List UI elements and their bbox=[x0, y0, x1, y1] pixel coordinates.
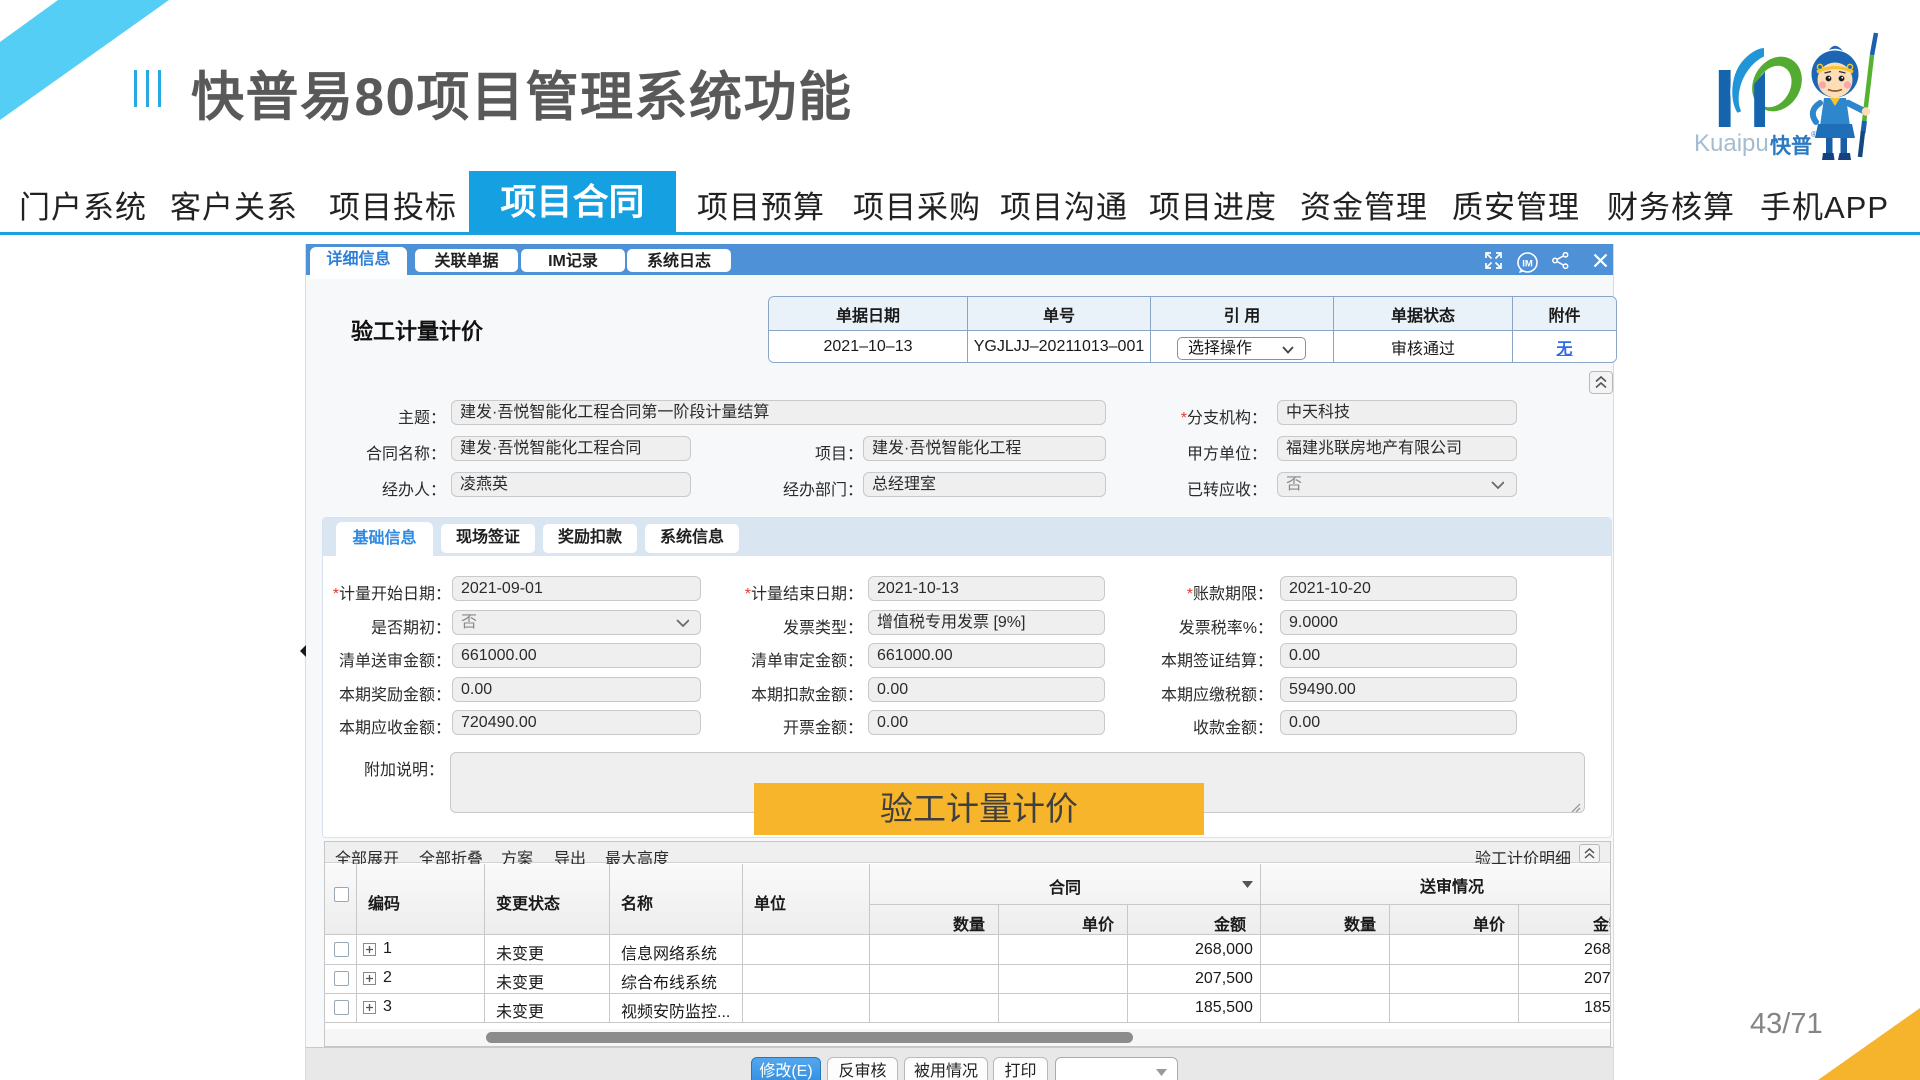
svg-text:Kuaipu: Kuaipu bbox=[1694, 130, 1769, 157]
svg-text:快普: 快普 bbox=[1770, 134, 1812, 158]
svg-text:IM: IM bbox=[1522, 259, 1533, 270]
